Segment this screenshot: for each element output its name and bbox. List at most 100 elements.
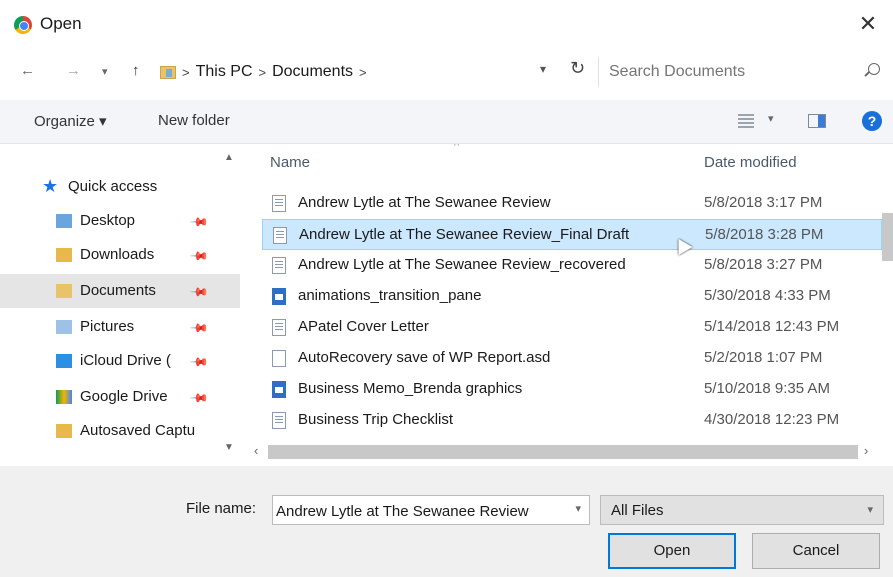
sidebar-item-icloud-drive[interactable]: iCloud Drive ( 📌 bbox=[0, 344, 240, 378]
sidebar-item-label: Desktop bbox=[80, 212, 136, 229]
pictures-icon bbox=[56, 320, 72, 334]
address-bar[interactable]: > This PC > Documents > bbox=[160, 58, 596, 86]
document-file-icon bbox=[272, 195, 286, 212]
file-type-value: All Files bbox=[611, 502, 664, 519]
sidebar-scrollbar[interactable]: ▲ ▼ bbox=[214, 144, 240, 466]
file-date: 5/14/2018 12:43 PM bbox=[704, 318, 840, 335]
column-header-name[interactable]: Name bbox=[270, 154, 310, 171]
title-bar: Open ✕ bbox=[0, 0, 893, 46]
downloads-icon bbox=[56, 248, 72, 262]
document-file-icon bbox=[272, 257, 286, 274]
file-date: 5/10/2018 9:35 AM bbox=[704, 380, 830, 397]
recent-locations-chevron-icon[interactable]: ▾ bbox=[102, 65, 108, 78]
file-row[interactable]: Business Trip Checklist 4/30/2018 12:23 … bbox=[262, 405, 882, 436]
file-row[interactable]: Andrew Lytle at The Sewanee Review_recov… bbox=[262, 250, 882, 281]
documents-icon bbox=[56, 284, 72, 298]
sidebar-item-desktop[interactable]: Desktop 📌 bbox=[0, 204, 240, 238]
chevron-down-icon: ▾ bbox=[867, 504, 873, 516]
pin-icon: 📌 bbox=[189, 351, 210, 373]
search-input[interactable] bbox=[609, 61, 859, 83]
sort-ascending-icon: ^ bbox=[454, 144, 460, 152]
sidebar-item-label: Google Drive bbox=[80, 388, 168, 405]
sidebar-item-documents[interactable]: Documents 📌 bbox=[0, 274, 240, 308]
file-row[interactable]: animations_transition_pane 5/30/2018 4:3… bbox=[262, 281, 882, 312]
refresh-icon[interactable]: ↻ bbox=[570, 58, 585, 79]
open-button[interactable]: Open bbox=[608, 533, 736, 569]
file-name-combobox[interactable]: ▾ bbox=[272, 495, 590, 525]
file-date: 5/8/2018 3:17 PM bbox=[704, 194, 823, 211]
pin-icon: 📌 bbox=[189, 245, 210, 267]
image-file-icon bbox=[272, 288, 286, 305]
sidebar-item-label: iCloud Drive ( bbox=[80, 352, 171, 369]
preview-pane-icon[interactable] bbox=[808, 114, 826, 128]
document-file-icon bbox=[272, 412, 286, 429]
file-row-selected[interactable]: Andrew Lytle at The Sewanee Review_Final… bbox=[262, 219, 882, 250]
scroll-thumb[interactable] bbox=[268, 445, 858, 459]
sidebar-item-pictures[interactable]: Pictures 📌 bbox=[0, 310, 240, 344]
file-row[interactable]: Andrew Lytle at The Sewanee Review 5/8/2… bbox=[262, 188, 882, 219]
file-list-horizontal-scrollbar[interactable]: ‹ › bbox=[248, 442, 893, 462]
folder-icon bbox=[56, 424, 72, 438]
file-row[interactable]: Business Memo_Brenda graphics 5/10/2018 … bbox=[262, 374, 882, 405]
document-file-icon bbox=[273, 227, 287, 244]
file-name: Andrew Lytle at The Sewanee Review_recov… bbox=[298, 256, 626, 273]
sidebar-item-label: Pictures bbox=[80, 318, 135, 335]
breadcrumb-documents[interactable]: Documents bbox=[272, 63, 353, 81]
file-name: AutoRecovery save of WP Report.asd bbox=[298, 349, 551, 366]
column-header-date-modified[interactable]: Date modified bbox=[704, 154, 797, 171]
file-name: Andrew Lytle at The Sewanee Review_Final… bbox=[299, 226, 630, 243]
command-bar: Organize ▾ New folder ▾ ? bbox=[0, 100, 893, 144]
sidebar-item-google-drive[interactable]: Google Drive 📌 bbox=[0, 380, 240, 414]
pin-icon: 📌 bbox=[189, 317, 210, 339]
view-dropdown-icon[interactable]: ▾ bbox=[768, 112, 774, 125]
file-list-vertical-scrollbar[interactable] bbox=[882, 213, 893, 261]
back-arrow-icon[interactable]: ← bbox=[20, 62, 35, 79]
document-file-icon bbox=[272, 319, 286, 336]
file-row[interactable]: AutoRecovery save of WP Report.asd 5/2/2… bbox=[262, 343, 882, 374]
pin-icon: 📌 bbox=[189, 387, 210, 409]
file-name: Business Memo_Brenda graphics bbox=[298, 380, 523, 397]
sidebar-item-label: Downloads bbox=[80, 246, 155, 263]
file-name-panel: File name: ▾ All Files ▾ Open Cancel bbox=[0, 466, 893, 577]
organize-menu[interactable]: Organize ▾ bbox=[34, 112, 107, 130]
scroll-right-icon[interactable]: › bbox=[864, 443, 868, 458]
chevron-down-icon[interactable]: ▾ bbox=[575, 502, 581, 515]
address-dropdown-icon[interactable]: ▾ bbox=[540, 62, 546, 76]
sidebar-item-downloads[interactable]: Downloads 📌 bbox=[0, 238, 240, 272]
sidebar-item-label: Quick access bbox=[68, 178, 158, 195]
breadcrumb-separator-icon: > bbox=[182, 64, 190, 80]
search-icon[interactable] bbox=[868, 63, 880, 75]
navigation-pane: ★ Quick access Desktop 📌 Downloads 📌 Doc… bbox=[0, 144, 240, 466]
forward-arrow-icon[interactable]: → bbox=[66, 62, 81, 79]
file-name: animations_transition_pane bbox=[298, 287, 482, 304]
help-icon[interactable]: ? bbox=[862, 111, 882, 131]
image-file-icon bbox=[272, 381, 286, 398]
sidebar-item-label: Autosaved Captu bbox=[80, 422, 196, 439]
pin-icon: 📌 bbox=[189, 211, 210, 233]
file-type-select[interactable]: All Files ▾ bbox=[600, 495, 884, 525]
sidebar-item-label: Documents bbox=[80, 282, 156, 299]
star-icon: ★ bbox=[42, 176, 59, 196]
up-arrow-icon[interactable]: ↑ bbox=[132, 62, 140, 79]
blank-file-icon bbox=[272, 350, 286, 367]
file-date: 4/30/2018 12:23 PM bbox=[704, 411, 840, 428]
breadcrumb-separator-icon: > bbox=[258, 64, 267, 80]
view-options-icon[interactable] bbox=[738, 114, 754, 128]
file-date: 5/8/2018 3:27 PM bbox=[704, 256, 823, 273]
sidebar-item-autosaved-captures[interactable]: Autosaved Captu bbox=[0, 414, 240, 448]
scroll-up-icon[interactable]: ▲ bbox=[224, 152, 234, 163]
file-date: 5/2/2018 1:07 PM bbox=[704, 349, 823, 366]
file-name-input[interactable] bbox=[276, 501, 560, 521]
search-box[interactable] bbox=[598, 57, 888, 87]
new-folder-button[interactable]: New folder bbox=[158, 112, 230, 129]
file-row[interactable]: APatel Cover Letter 5/14/2018 12:43 PM bbox=[262, 312, 882, 343]
close-icon[interactable]: ✕ bbox=[853, 10, 883, 38]
breadcrumb-this-pc[interactable]: This PC bbox=[196, 63, 253, 81]
cloud-icon bbox=[56, 354, 72, 368]
sidebar-item-quick-access[interactable]: ★ Quick access bbox=[0, 170, 240, 204]
scroll-down-icon[interactable]: ▼ bbox=[224, 442, 234, 453]
window-title: Open bbox=[40, 14, 82, 33]
file-name: Business Trip Checklist bbox=[298, 411, 454, 428]
scroll-left-icon[interactable]: ‹ bbox=[254, 443, 258, 458]
cancel-button[interactable]: Cancel bbox=[752, 533, 880, 569]
